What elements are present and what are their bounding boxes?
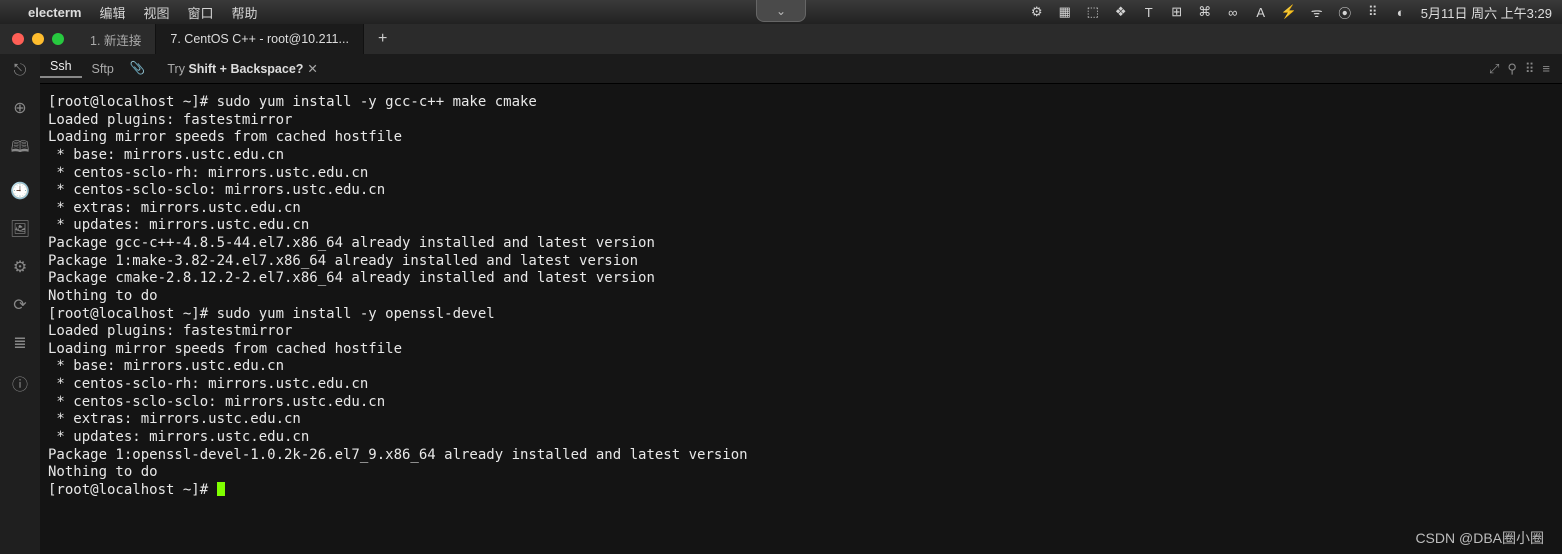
menu-window[interactable]: 窗口 [188, 3, 214, 22]
add-tab-button[interactable]: + [364, 24, 401, 54]
terminal-pane[interactable]: [root@localhost ~]# sudo yum install -y … [40, 84, 1562, 554]
menubar-right: ⚙ ▦ ⬚ ❖ T ⊞ ⌘ ∞ A ⚡ ᯤ ⦿ ⠿ ◐ 5月11日 周六 上午3… [1029, 3, 1552, 22]
spotlight-icon[interactable]: ⦿ [1337, 3, 1353, 22]
tray-icon[interactable]: ⬚ [1085, 4, 1101, 20]
menu-icon[interactable]: ≡ [1542, 61, 1550, 77]
menubar-clock[interactable]: 5月11日 周六 上午3:29 [1421, 3, 1552, 22]
subbar-right-icons: ⤢ ⚲ ⠿ ≡ [1489, 61, 1562, 77]
shortcut-hint: Try Shift + Backspace? ✕ [151, 61, 318, 76]
wifi-icon[interactable]: ᯤ [1309, 3, 1325, 21]
tray-icon[interactable]: T [1141, 5, 1157, 20]
hint-key: Shift + Backspace? [188, 62, 303, 76]
subtab-sftp[interactable]: Sftp [82, 62, 124, 76]
siri-icon[interactable]: ◐ [1393, 5, 1409, 20]
search-icon[interactable]: ⚲ [1507, 61, 1517, 77]
terminal-cursor [217, 482, 225, 496]
fullscreen-icon[interactable]: ⤢ [1489, 61, 1499, 77]
rail-history-icon[interactable]: 🕘 [8, 181, 32, 201]
tray-icon[interactable]: ⚙ [1029, 4, 1045, 20]
zoom-window-button[interactable] [52, 33, 64, 45]
rail-settings-icon[interactable]: ⚙ [8, 257, 32, 277]
battery-icon[interactable]: ⚡ [1281, 4, 1297, 20]
notch-dropdown[interactable]: ⌄ [756, 0, 806, 22]
csdn-watermark: CSDN @DBA圈小圈 [1415, 528, 1544, 548]
close-window-button[interactable] [12, 33, 24, 45]
tab-centos-cpp[interactable]: 7. CentOS C++ - root@10.211... [156, 24, 364, 54]
rail-logo-icon[interactable]: ⎋ [8, 62, 32, 80]
grid-icon[interactable]: ⠿ [1525, 61, 1535, 77]
tray-icon[interactable]: ∞ [1225, 5, 1241, 20]
control-center-icon[interactable]: ⠿ [1365, 4, 1381, 20]
rail-image-icon[interactable]: 🖼 [8, 219, 32, 239]
rail-bookmarks-icon[interactable]: 🕮 [8, 136, 32, 163]
tray-icon[interactable]: ❖ [1113, 4, 1129, 20]
session-subbar: Ssh Sftp 📎 Try Shift + Backspace? ✕ ⤢ ⚲ ⠿… [0, 54, 1562, 84]
menu-view[interactable]: 视图 [144, 3, 170, 22]
left-rail: ⎋ ⊕ 🕮 🕘 🖼 ⚙ ⟳ ≣ ⓘ [0, 54, 40, 554]
tray-icon[interactable]: ⌘ [1197, 4, 1213, 20]
tray-icon[interactable]: A [1253, 5, 1269, 20]
macos-menubar: electerm 编辑 视图 窗口 帮助 ⌄ ⚙ ▦ ⬚ ❖ T ⊞ ⌘ ∞ A… [0, 0, 1562, 24]
rail-add-icon[interactable]: ⊕ [8, 98, 32, 118]
subtab-ssh[interactable]: Ssh [40, 59, 82, 78]
menu-help[interactable]: 帮助 [232, 3, 258, 22]
rail-list-icon[interactable]: ≣ [8, 333, 32, 353]
minimize-window-button[interactable] [32, 33, 44, 45]
window-titlebar: 1. 新连接 7. CentOS C++ - root@10.211... + [0, 24, 1562, 54]
session-tabs: 1. 新连接 7. CentOS C++ - root@10.211... + [76, 24, 401, 54]
tray-icon[interactable]: ⊞ [1169, 4, 1185, 20]
tray-icon[interactable]: ▦ [1057, 4, 1073, 20]
attachment-icon[interactable]: 📎 [124, 61, 152, 76]
app-name[interactable]: electerm [28, 5, 81, 20]
traffic-lights [0, 33, 76, 45]
hint-prefix: Try [167, 62, 188, 76]
menu-edit[interactable]: 编辑 [99, 3, 125, 22]
rail-info-icon[interactable]: ⓘ [8, 371, 32, 395]
tab-new-connection[interactable]: 1. 新连接 [76, 24, 156, 54]
hint-close-icon[interactable]: ✕ [307, 62, 317, 76]
rail-sync-icon[interactable]: ⟳ [8, 295, 32, 315]
